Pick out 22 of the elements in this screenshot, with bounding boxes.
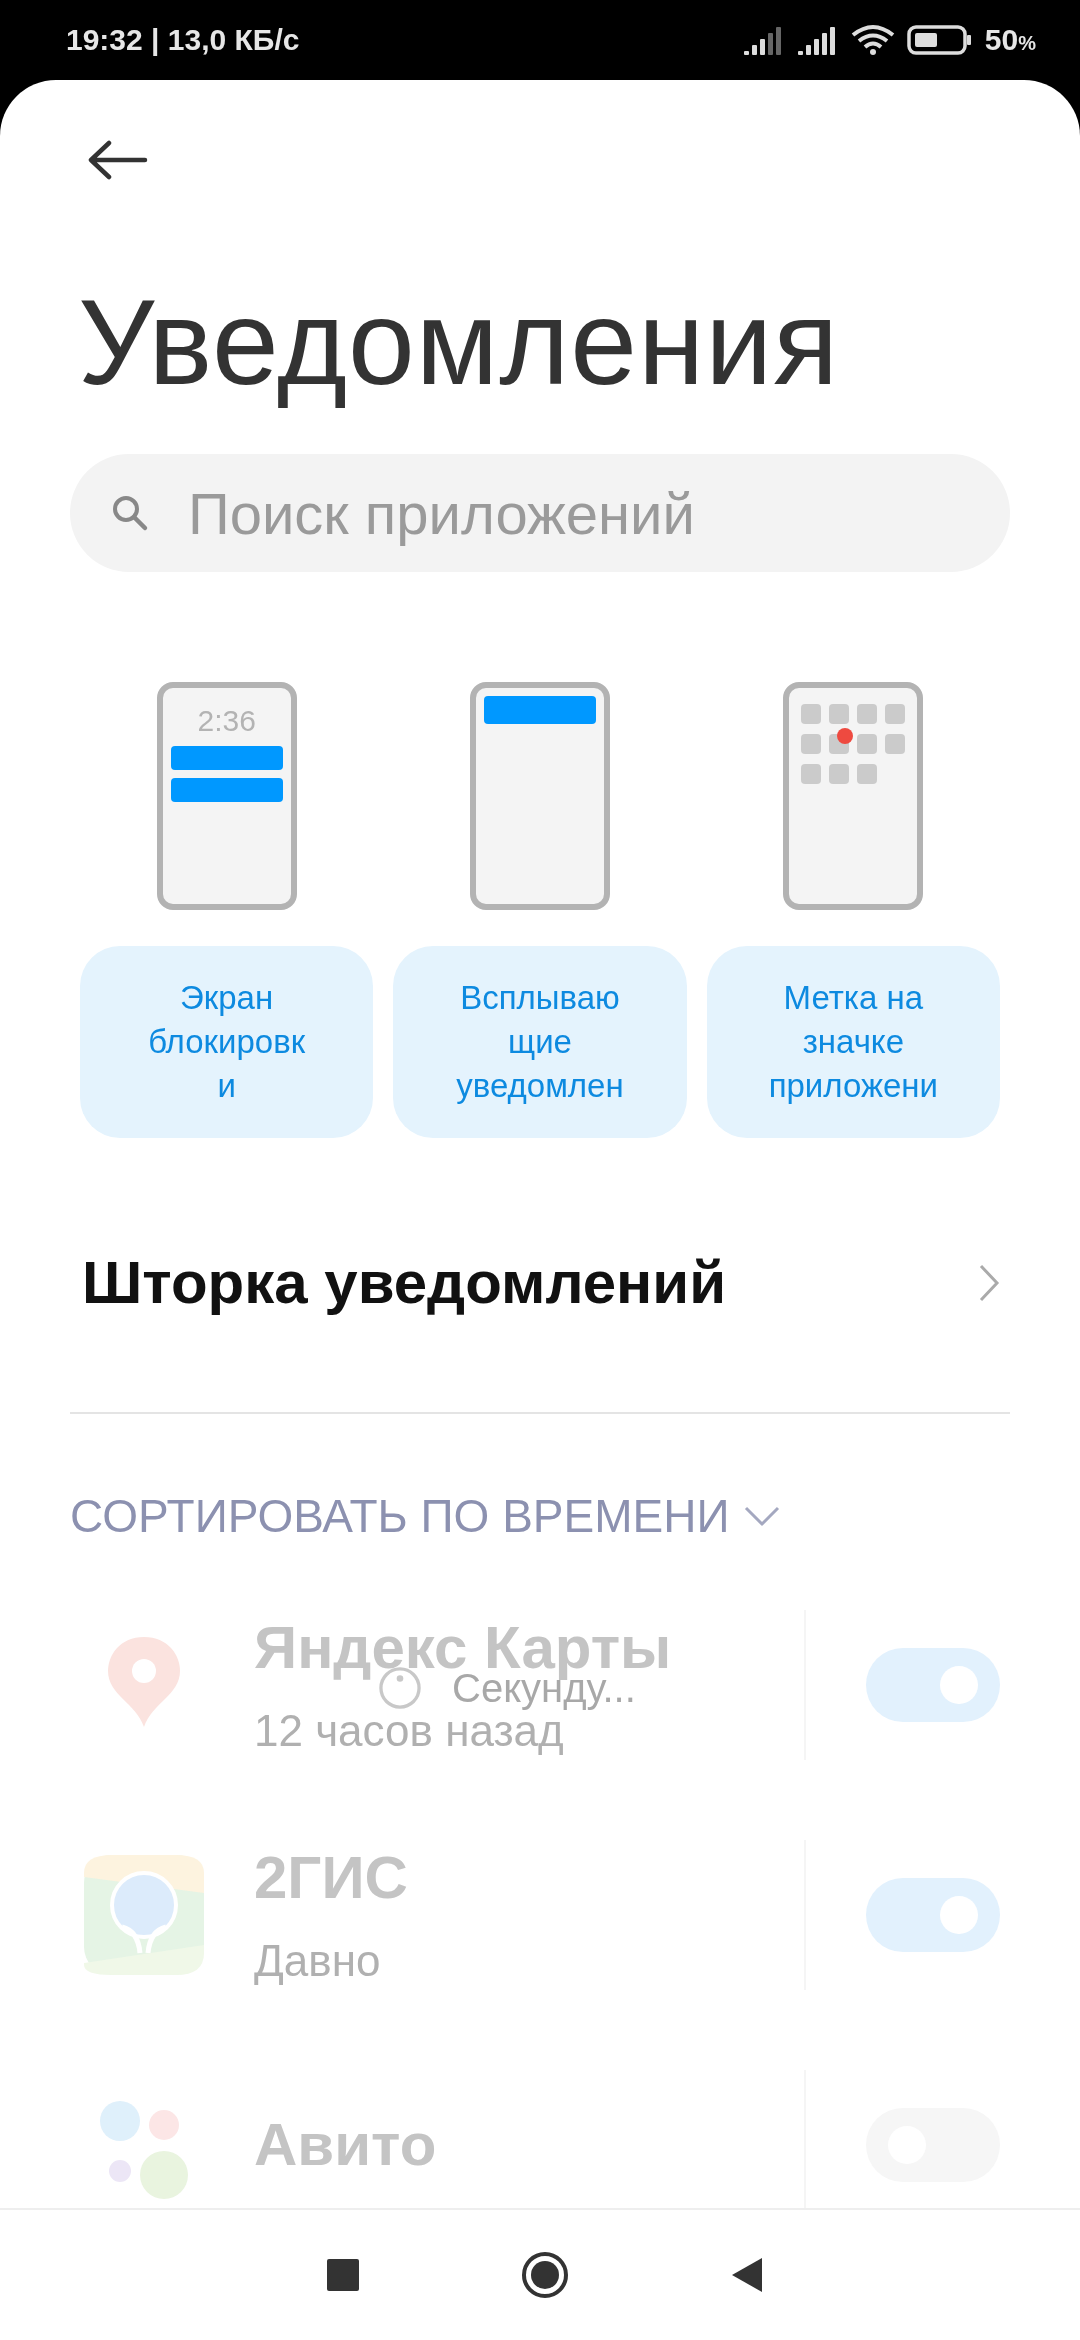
sort-label[interactable]: СОРТИРОВАТЬ ПО ВРЕМЕНИ xyxy=(70,1489,730,1543)
notification-shade-item[interactable]: Шторка уведомлений xyxy=(70,1248,1010,1317)
search-field[interactable]: Поиск приложений xyxy=(70,454,1010,572)
app-name: Авито xyxy=(254,2112,437,2178)
notification-style-button[interactable]: Экран блокировк и xyxy=(80,946,374,1138)
last-notified-time: Давно xyxy=(254,1937,381,1985)
app-icon xyxy=(82,1853,206,1977)
home-icon[interactable] xyxy=(520,2250,570,2300)
chevron-right-icon xyxy=(978,1262,1000,1303)
notification-style-button[interactable]: Всплываю щие уведомлен xyxy=(393,946,687,1138)
back-arrow-icon[interactable] xyxy=(87,140,149,180)
page-title: Уведомления xyxy=(78,274,841,411)
status-time: 19:32 | 13,0 КБ/с xyxy=(66,23,300,57)
battery-icon xyxy=(906,24,973,56)
recent-apps-icon[interactable] xyxy=(326,2258,360,2292)
app-name: 2ГИС xyxy=(254,1845,408,1911)
back-icon[interactable] xyxy=(730,2256,764,2294)
phone-screen-drawing: 2:36 xyxy=(156,682,297,910)
battery-percent: 50% xyxy=(984,23,1036,57)
notification-style-button[interactable]: Метка на значке приложени xyxy=(706,946,1000,1138)
notification-shade-label: Шторка уведомлений xyxy=(82,1248,727,1317)
wifi-icon xyxy=(850,24,895,56)
